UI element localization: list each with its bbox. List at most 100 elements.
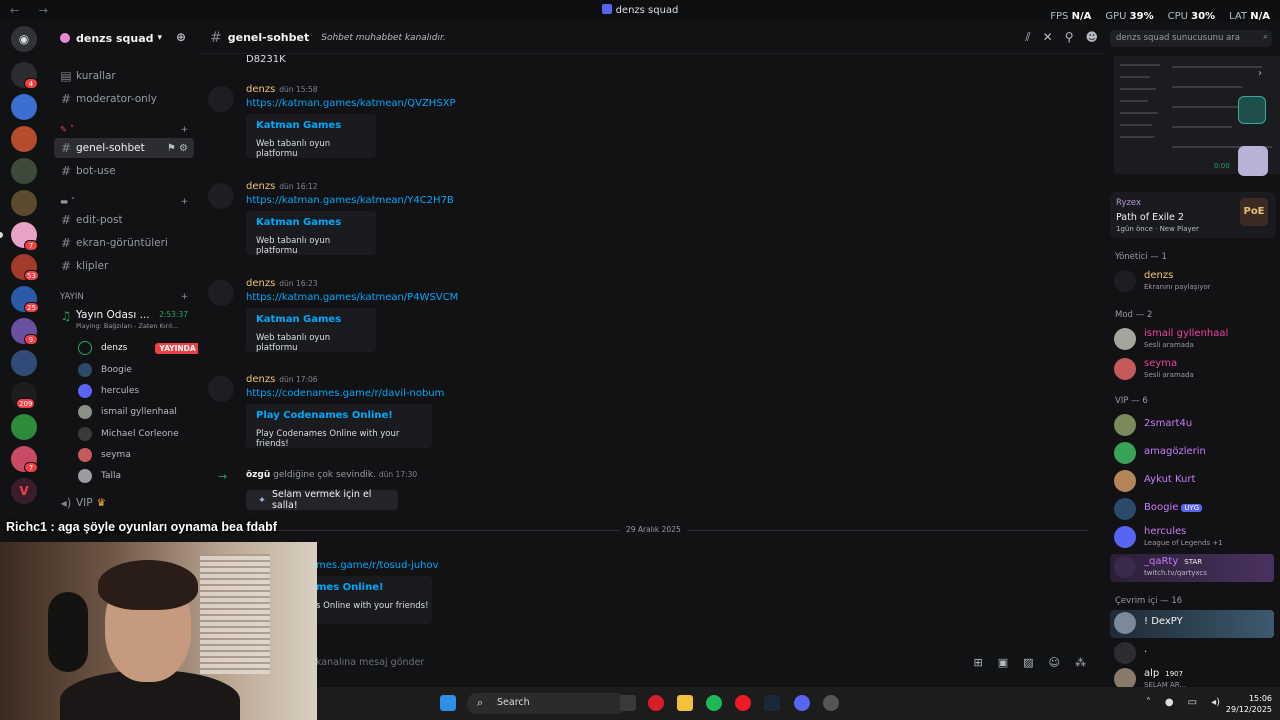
avatar[interactable]: [208, 376, 234, 402]
apps-icon[interactable]: ⁂: [1075, 656, 1086, 669]
category-header[interactable]: ✎ ˅ +: [60, 125, 188, 135]
message-link[interactable]: mes.game/r/tosud-juhov: [316, 560, 439, 571]
sticker-icon[interactable]: ▨: [1023, 656, 1033, 669]
channel-edit-post[interactable]: # edit-post: [54, 210, 194, 230]
invite-icon[interactable]: ⊕: [176, 30, 186, 44]
voice-user[interactable]: denzs YAYINDA: [78, 339, 200, 357]
member-item[interactable]: 2smart4u: [1114, 412, 1274, 440]
channel-topic[interactable]: Sohbet muhabbet kanalıdır.: [321, 33, 446, 43]
game-icon[interactable]: [1238, 96, 1266, 124]
member-item[interactable]: denzs Ekranını paylaşıyor: [1114, 268, 1274, 296]
member-name: Boogie: [1144, 502, 1179, 513]
voice-channel-yayin-odasi[interactable]: ♫ Yayın Odası ... 2:53:37 Playing: Bağzı…: [54, 306, 194, 334]
message-link[interactable]: https://katman.games/katmean/QVZHSXP: [246, 98, 456, 109]
preview-timer: 0:00: [1214, 162, 1230, 170]
profile-card-icon[interactable]: [1238, 146, 1268, 176]
server-icon[interactable]: [11, 158, 37, 184]
voice-user[interactable]: Talla: [78, 467, 121, 485]
server-icon[interactable]: [11, 414, 37, 440]
settings-gear-icon[interactable]: [823, 695, 839, 711]
wave-button[interactable]: ✦ Selam vermek için el salla!: [246, 489, 398, 511]
server-icon[interactable]: V: [11, 478, 37, 504]
gift-icon[interactable]: ⊞: [974, 656, 983, 669]
embed-title[interactable]: Katman Games: [256, 120, 366, 131]
message-author[interactable]: denzs: [246, 84, 275, 95]
activity-card[interactable]: Ryzex Path of Exile 2 1gün önce · New Pl…: [1110, 192, 1276, 238]
opera-icon[interactable]: [735, 695, 751, 711]
member-item[interactable]: Boogie UYG: [1114, 496, 1274, 524]
channel-genel-sohbet[interactable]: # genel-sohbet ⚑ ⚙: [54, 138, 194, 158]
server-icon[interactable]: [11, 94, 37, 120]
message-author[interactable]: denzs: [246, 181, 275, 192]
message-link[interactable]: https://katman.games/katmean/P4WSVCM: [246, 292, 458, 303]
search-input[interactable]: denzs squad sunucusunu ara ⌕: [1110, 30, 1272, 47]
channel-bot-use[interactable]: # bot-use: [54, 161, 194, 181]
emoji-icon[interactable]: ☺: [1049, 656, 1060, 669]
members-icon[interactable]: ☻: [1085, 30, 1098, 45]
microphone-icon[interactable]: ●: [1165, 697, 1174, 708]
voice-user-name: Talla: [101, 471, 122, 481]
message-link[interactable]: https://katman.games/katmean/Y4C2H7B: [246, 195, 454, 206]
server-icon[interactable]: [11, 190, 37, 216]
member-item[interactable]: Aykut Kurt: [1114, 468, 1274, 496]
spotify-icon[interactable]: [706, 695, 722, 711]
voice-user[interactable]: Boogie: [78, 361, 132, 379]
server-icon[interactable]: [11, 126, 37, 152]
voice-user[interactable]: seyma: [78, 446, 131, 464]
voice-user[interactable]: hercules: [78, 382, 139, 400]
category-header[interactable]: ▬ ˅ +: [60, 197, 188, 207]
chevron-up-icon[interactable]: ˄: [1146, 697, 1151, 708]
server-icon[interactable]: [11, 350, 37, 376]
channel-vip[interactable]: ◂) VIP ♛: [54, 493, 194, 513]
avatar[interactable]: [208, 280, 234, 306]
file-explorer-icon[interactable]: [677, 695, 693, 711]
member-item[interactable]: .: [1114, 640, 1274, 668]
steam-icon[interactable]: [764, 695, 780, 711]
message-author[interactable]: denzs: [246, 374, 275, 385]
member-item[interactable]: seyma Sesli aramada: [1114, 356, 1274, 384]
network-icon[interactable]: ▭: [1188, 697, 1197, 708]
pin-icon[interactable]: ⚲: [1065, 30, 1074, 45]
channel-klipler[interactable]: # klipler: [54, 256, 194, 276]
channel-ekran-goruntuleri[interactable]: # ekran-görüntüleri: [54, 233, 194, 253]
embed-title[interactable]: Play Codenames Online!: [256, 410, 422, 421]
system-clock[interactable]: 15:06 29/12/2025: [1226, 693, 1272, 715]
discord-icon[interactable]: [794, 695, 810, 711]
add-channel-icon[interactable]: +: [181, 292, 188, 302]
embed-title[interactable]: Katman Games: [256, 217, 366, 228]
threads-icon[interactable]: ⫽: [1025, 30, 1030, 45]
taskbar-search[interactable]: ⌕ Search: [467, 693, 627, 714]
avatar[interactable]: [208, 183, 234, 209]
start-windows-icon[interactable]: [440, 695, 456, 711]
member-item[interactable]: ! DexPY: [1110, 610, 1274, 638]
mute-bell-icon[interactable]: ✕: [1043, 30, 1053, 45]
add-channel-icon[interactable]: +: [181, 125, 188, 135]
volume-icon[interactable]: ◂): [1211, 697, 1220, 708]
avatar[interactable]: [208, 86, 234, 112]
member-item[interactable]: ismail gyllenhaal Sesli aramada: [1114, 326, 1274, 354]
server-header[interactable]: denzs squad ▾ ⊕: [48, 22, 198, 54]
message-author[interactable]: denzs: [246, 278, 275, 289]
member-item[interactable]: _qaRty STAR twitch.tv/qartyxcs: [1110, 554, 1274, 582]
voice-user[interactable]: ismail gyllenhaal: [78, 403, 177, 421]
join-user[interactable]: özgü: [246, 470, 270, 480]
member-item[interactable]: amagözlerin: [1114, 440, 1274, 468]
add-channel-icon[interactable]: +: [181, 197, 188, 207]
channel-settings-icon[interactable]: ⚑ ⚙: [167, 143, 188, 154]
avatar: [78, 427, 92, 441]
category-yayin[interactable]: YAYIN +: [60, 292, 188, 302]
voice-user[interactable]: Michael Corleone: [78, 425, 179, 443]
gif-icon[interactable]: ▣: [998, 656, 1008, 669]
chevron-right-icon[interactable]: ›: [1258, 68, 1262, 79]
message-link[interactable]: https://codenames.game/r/davil-nobum: [246, 388, 444, 399]
message-composer[interactable]: kanalına mesaj gönder ⊞ ▣ ▨ ☺ ⁂: [198, 650, 1104, 676]
preview-line: [1120, 88, 1156, 90]
member-item[interactable]: hercules League of Legends +1: [1114, 524, 1274, 552]
opera-gx-icon[interactable]: [648, 695, 664, 711]
embed-title[interactable]: mes Online!: [316, 582, 432, 593]
channel-kurallar[interactable]: ▤ kurallar: [54, 66, 194, 86]
channel-moderator-only[interactable]: # moderator-only: [54, 89, 194, 109]
embed-title[interactable]: Katman Games: [256, 314, 366, 325]
discord-home-icon[interactable]: ◉: [11, 26, 37, 52]
task-view-icon[interactable]: [620, 695, 636, 711]
